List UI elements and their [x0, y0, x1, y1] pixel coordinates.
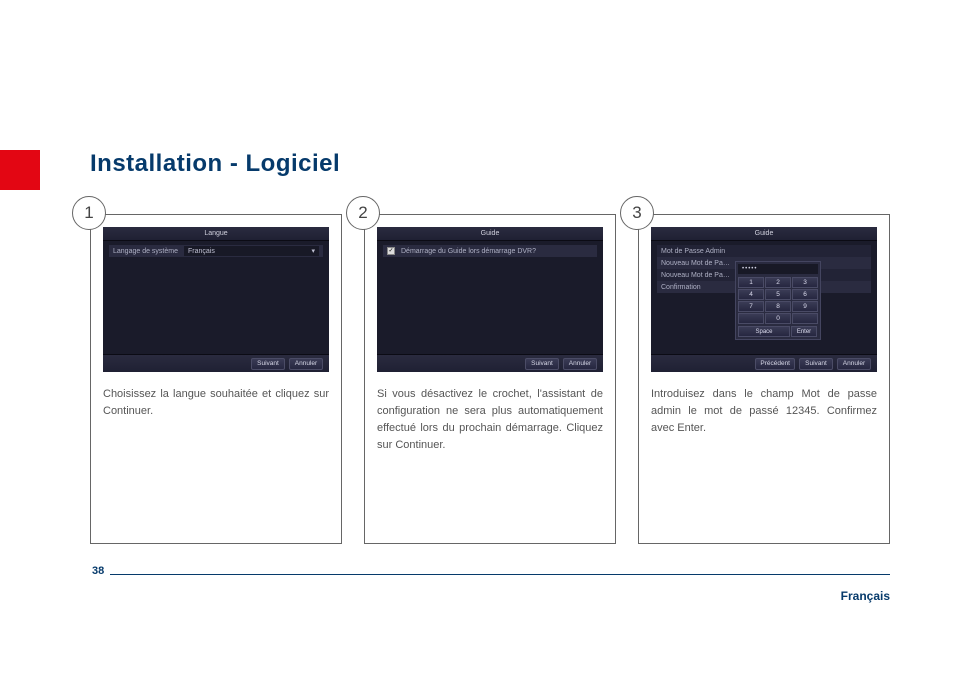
key-6[interactable]: 6 — [792, 289, 818, 300]
step-box: Guide ✓ Démarrage du Guide lors démarrag… — [364, 214, 616, 544]
dvr-title: Langue — [103, 227, 329, 241]
dvr-bottombar: Suivant Annuler — [103, 354, 329, 372]
key-space[interactable]: Space — [738, 326, 790, 337]
dvr-body: Langage de système Français ▾ — [103, 241, 329, 354]
pw-label: Mot de Passe Admin — [661, 248, 725, 255]
next-button[interactable]: Suivant — [251, 358, 285, 370]
page-title: Installation - Logiciel — [90, 150, 890, 178]
dvr-bottombar: Suivant Annuler — [377, 354, 603, 372]
dvr-body: ✓ Démarrage du Guide lors démarrage DVR? — [377, 241, 603, 354]
step-3: 3 Guide Mot de Passe Admin Nouveau Mot d… — [638, 214, 890, 544]
startup-row: ✓ Démarrage du Guide lors démarrage DVR? — [383, 245, 597, 257]
step-caption: Si vous désactivez le crochet, l'assista… — [377, 386, 603, 454]
next-button[interactable]: Suivant — [799, 358, 833, 370]
language-value: Français — [188, 248, 215, 255]
checkbox-icon[interactable]: ✓ — [387, 247, 395, 255]
step-box: Langue Langage de système Français ▾ Sui… — [90, 214, 342, 544]
cancel-button[interactable]: Annuler — [289, 358, 323, 370]
startup-label: Démarrage du Guide lors démarrage DVR? — [401, 248, 536, 255]
step-2: 2 Guide ✓ Démarrage du Guide lors démarr… — [364, 214, 616, 544]
key-1[interactable]: 1 — [738, 277, 764, 288]
section-marker — [0, 150, 40, 190]
footer-language: Français — [841, 589, 890, 603]
cancel-button[interactable]: Annuler — [563, 358, 597, 370]
step-number: 1 — [72, 196, 106, 230]
page-footer: 38 Français — [90, 574, 890, 603]
dvr-screenshot-2: Guide ✓ Démarrage du Guide lors démarrag… — [377, 227, 603, 372]
pw-label: Nouveau Mot de Pa… — [661, 272, 730, 279]
step-caption: Choisissez la langue souhaitée et clique… — [103, 386, 329, 420]
key-8[interactable]: 8 — [765, 301, 791, 312]
dvr-body: Mot de Passe Admin Nouveau Mot de Pa… No… — [651, 241, 877, 354]
pw-label: Confirmation — [661, 284, 701, 291]
key-enter[interactable]: Enter — [791, 326, 817, 337]
key-5[interactable]: 5 — [765, 289, 791, 300]
dvr-bottombar: Précédent Suivant Annuler — [651, 354, 877, 372]
key-back[interactable] — [792, 313, 818, 324]
dvr-title: Guide — [651, 227, 877, 241]
cancel-button[interactable]: Annuler — [837, 358, 871, 370]
key-9[interactable]: 9 — [792, 301, 818, 312]
dvr-title: Guide — [377, 227, 603, 241]
page-number: 38 — [86, 565, 110, 603]
pw-label: Nouveau Mot de Pa… — [661, 260, 730, 267]
language-row: Langage de système Français ▾ — [109, 245, 323, 257]
key-7[interactable]: 7 — [738, 301, 764, 312]
key-3[interactable]: 3 — [792, 277, 818, 288]
steps-row: 1 Langue Langage de système Français ▾ — [90, 214, 890, 544]
step-1: 1 Langue Langage de système Français ▾ — [90, 214, 342, 544]
key-0[interactable]: 0 — [765, 313, 791, 324]
key-2[interactable]: 2 — [765, 277, 791, 288]
key-4[interactable]: 4 — [738, 289, 764, 300]
key-blank[interactable] — [738, 313, 764, 324]
language-select[interactable]: Français ▾ — [184, 246, 319, 256]
next-button[interactable]: Suivant — [525, 358, 559, 370]
pw-row: Mot de Passe Admin — [657, 245, 871, 257]
password-field[interactable]: ••••• — [738, 264, 818, 274]
numeric-keypad: ••••• 1 2 3 4 5 6 7 8 9 — [735, 261, 821, 340]
step-box: Guide Mot de Passe Admin Nouveau Mot de … — [638, 214, 890, 544]
step-number: 2 — [346, 196, 380, 230]
dvr-screenshot-3: Guide Mot de Passe Admin Nouveau Mot de … — [651, 227, 877, 372]
dvr-screenshot-1: Langue Langage de système Français ▾ Sui… — [103, 227, 329, 372]
page-content: Installation - Logiciel 1 Langue Langage… — [90, 150, 890, 544]
step-number: 3 — [620, 196, 654, 230]
language-label: Langage de système — [113, 248, 178, 255]
step-caption: Introduisez dans le champ Mot de passe a… — [651, 386, 877, 437]
prev-button[interactable]: Précédent — [755, 358, 795, 370]
chevron-down-icon: ▾ — [311, 247, 315, 255]
